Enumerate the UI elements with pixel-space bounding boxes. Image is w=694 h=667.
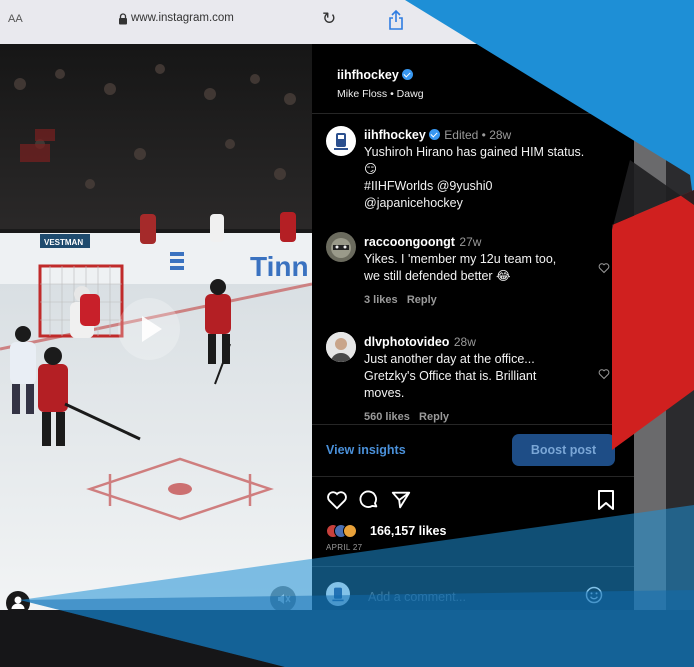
comment-time: 27w (459, 235, 482, 249)
heart-icon[interactable] (326, 489, 348, 511)
verified-icon (428, 129, 440, 140)
caption-username[interactable]: iihfhockey (364, 128, 426, 142)
caption: iihfhockey Edited • 28w Yushiroh Hirano … (364, 126, 626, 212)
comment-text: moves. (364, 386, 405, 400)
board-ad-text: VESTMAN (44, 238, 83, 247)
comment-username[interactable]: raccoongoongt (364, 235, 455, 249)
browser-url-bar: AA www.instagram.com ↻ (0, 0, 694, 44)
mute-icon (278, 594, 291, 604)
divider (312, 113, 634, 114)
page-background (666, 44, 694, 610)
caption-time: 28w (489, 128, 512, 142)
comment-text: Just another day at the office... (364, 352, 535, 366)
heart-icon[interactable] (598, 368, 610, 380)
scrollbar[interactable] (634, 44, 666, 610)
tagged-user-button[interactable] (6, 591, 30, 610)
comment-text: Yikes. I 'member my 12u team too, (364, 252, 557, 266)
caption-mention[interactable]: @japanicehockey (364, 195, 626, 212)
raccoon-avatar-icon (331, 238, 351, 258)
address-field[interactable]: www.instagram.com (131, 12, 234, 24)
comment-username[interactable]: dlvphotovideo (364, 335, 449, 349)
comment-time: 28w (453, 335, 476, 349)
play-button[interactable] (118, 298, 180, 360)
comment: dlvphotovideo 28w Just another day at th… (364, 333, 609, 423)
comment-text: Gretzky's Office that is. Brilliant (364, 369, 537, 383)
user-icon (11, 596, 25, 609)
text-size-button[interactable]: AA (8, 13, 23, 25)
avatar (343, 524, 357, 538)
comment-input[interactable]: Add a comment... (368, 590, 466, 604)
boost-post-button[interactable]: Boost post (512, 434, 615, 466)
emoji-icon[interactable] (584, 585, 604, 605)
divider (312, 566, 634, 567)
lock-icon (119, 13, 127, 25)
avatar[interactable] (326, 232, 356, 262)
caption-emoji: 😏 (364, 162, 378, 176)
reel-video[interactable]: VESTMAN Tinn (0, 44, 312, 610)
reply-button[interactable]: Reply (419, 411, 449, 423)
reload-icon[interactable]: ↻ (322, 9, 336, 29)
send-icon[interactable] (390, 489, 412, 511)
comment-icon[interactable] (358, 489, 380, 511)
audio-track[interactable]: Mike Floss • Dawg (337, 88, 424, 100)
post-header: iihfhockey Mike Floss • Dawg (337, 66, 424, 100)
likes-count[interactable]: 166,157 likes (370, 524, 446, 538)
divider (312, 424, 634, 425)
post-author-username[interactable]: iihfhockey (337, 68, 399, 82)
caption-line: Yushiroh Hirano has gained HIM status. (364, 145, 585, 159)
comment-likes[interactable]: 560 likes (364, 411, 410, 423)
post-side-panel: iihfhockey Mike Floss • Dawg iihfhockey … (312, 44, 634, 610)
avatar[interactable] (326, 332, 356, 362)
edited-label: Edited (444, 128, 479, 142)
verified-icon (401, 69, 413, 80)
divider (312, 476, 634, 477)
iihf-logo-icon (334, 133, 348, 150)
reply-button[interactable]: Reply (407, 294, 437, 306)
mute-button[interactable] (270, 586, 296, 610)
iihf-logo-icon (332, 587, 344, 602)
view-insights-link[interactable]: View insights (326, 443, 406, 457)
comment-likes[interactable]: 3 likes (364, 294, 398, 306)
person-avatar-icon (326, 332, 356, 362)
play-icon (142, 316, 162, 342)
rink-ad-text: Tinn (250, 251, 309, 282)
post-date: APRIL 27 (326, 543, 363, 552)
comment-text: we still defended better 😂 (364, 269, 511, 283)
share-icon[interactable] (387, 9, 405, 31)
heart-icon[interactable] (598, 262, 610, 274)
avatar[interactable] (326, 126, 356, 156)
avatar (326, 582, 350, 606)
page-background (0, 610, 694, 667)
bookmark-icon[interactable] (596, 489, 616, 511)
caption-hashtag[interactable]: #IIHFWorlds @9yushi0 (364, 178, 626, 195)
comment: raccoongoongt 27w Yikes. I 'member my 12… (364, 233, 609, 306)
